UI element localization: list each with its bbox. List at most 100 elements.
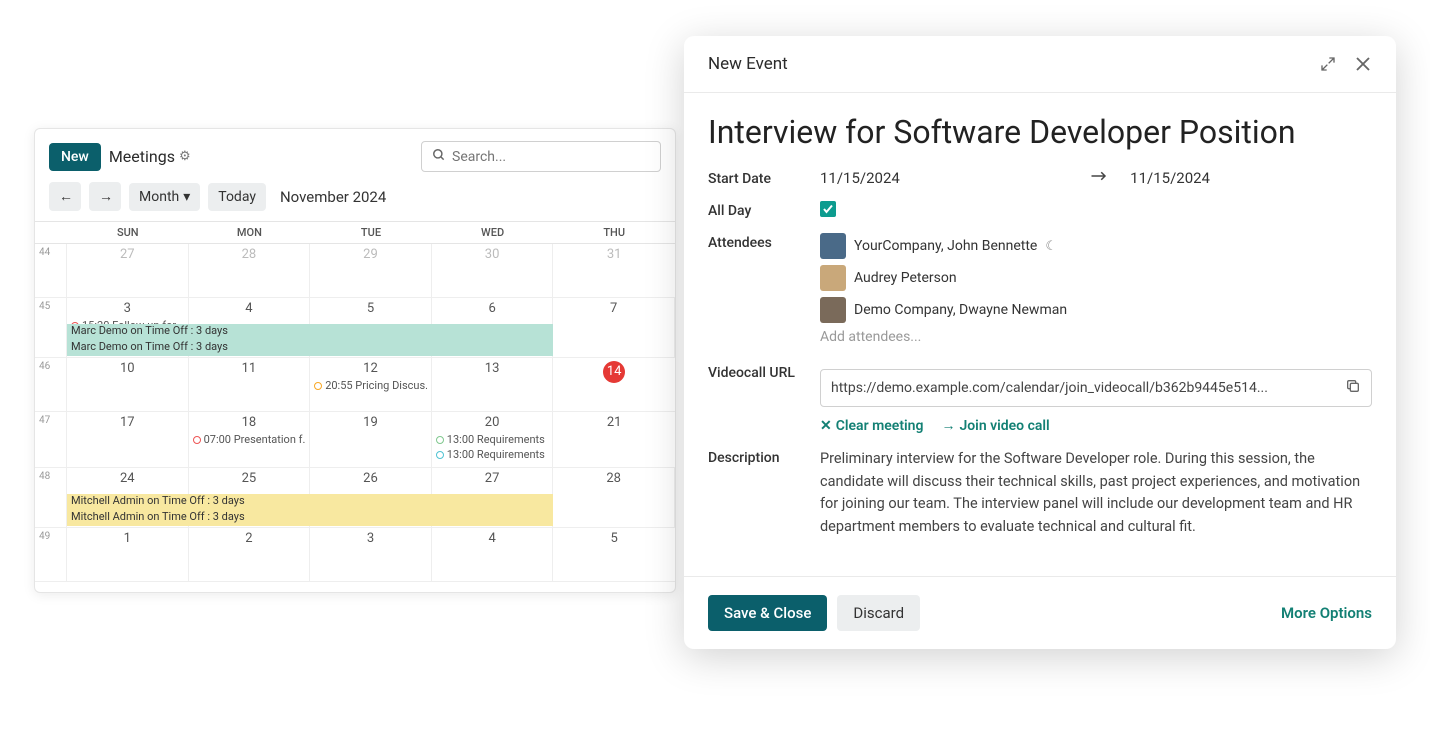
next-button[interactable]: →: [89, 182, 121, 211]
calendar-band-event[interactable]: Marc Demo on Time Off : 3 days: [67, 340, 553, 356]
event-text: 13:00 Requirements ...: [447, 448, 549, 461]
x-icon: ✕: [820, 418, 832, 434]
search-icon: [432, 147, 446, 166]
calendar-band-event[interactable]: Marc Demo on Time Off : 3 days: [67, 324, 553, 340]
chevron-down-icon: ▾: [183, 189, 190, 205]
attendee-name: Audrey Peterson: [854, 270, 957, 286]
day-number: 21: [557, 415, 671, 430]
calendar-cell[interactable]: 21: [553, 412, 675, 467]
event-text: 13:00 Requirements ...: [447, 433, 549, 446]
day-number: 20: [436, 415, 549, 430]
calendar-week-row: 47171807:00 Presentation f...192013:00 R…: [35, 412, 675, 468]
gear-icon[interactable]: ⚙: [179, 149, 191, 164]
calendar-cell[interactable]: 29: [310, 244, 432, 297]
day-number: 14: [557, 361, 671, 383]
calendar-cell[interactable]: 31: [553, 244, 675, 297]
calendar-event[interactable]: 07:00 Presentation f...: [193, 432, 306, 447]
week-number: 49: [35, 528, 67, 581]
calendar-cell[interactable]: 10: [67, 358, 189, 411]
description-text[interactable]: Preliminary interview for the Software D…: [820, 448, 1372, 538]
day-number: 13: [436, 361, 549, 376]
save-button[interactable]: Save & Close: [708, 595, 827, 631]
day-number: 26: [314, 471, 427, 486]
search-input[interactable]: [452, 149, 650, 165]
calendar-cell[interactable]: 19: [310, 412, 432, 467]
calendar-cell[interactable]: 11: [189, 358, 311, 411]
day-header: WED: [432, 222, 554, 243]
allday-checkbox[interactable]: [820, 201, 836, 217]
prev-button[interactable]: ←: [49, 182, 81, 211]
attendee-item[interactable]: Demo Company, Dwayne Newman: [820, 297, 1372, 323]
calendar-cell[interactable]: 1220:55 Pricing Discus...: [310, 358, 432, 411]
expand-icon[interactable]: [1320, 55, 1336, 73]
day-number: 6: [436, 301, 549, 316]
close-icon[interactable]: [1354, 55, 1372, 73]
calendar-week-row: 4610111220:55 Pricing Discus...1314: [35, 358, 675, 412]
day-number: 28: [557, 471, 670, 486]
attendee-name: Demo Company, Dwayne Newman: [854, 302, 1067, 318]
discard-button[interactable]: Discard: [837, 595, 920, 631]
view-dropdown[interactable]: Month▾: [129, 183, 200, 211]
calendar-week-row: 49 12345: [35, 528, 675, 582]
end-date-input[interactable]: 11/15/2024: [1130, 169, 1210, 187]
clear-meeting-button[interactable]: ✕Clear meeting: [820, 417, 923, 434]
clear-meeting-label: Clear meeting: [836, 418, 924, 434]
day-number: 4: [193, 301, 306, 316]
calendar-cell[interactable]: 27: [67, 244, 189, 297]
calendar-cell[interactable]: 4: [432, 528, 554, 581]
arrow-right-icon: [1090, 170, 1108, 186]
day-number: 2: [193, 531, 306, 546]
videocall-url-input[interactable]: https://demo.example.com/calendar/join_v…: [820, 369, 1372, 407]
today-button[interactable]: Today: [208, 183, 266, 211]
start-date-input[interactable]: 11/15/2024: [820, 169, 900, 187]
day-header: SUN: [67, 222, 189, 243]
new-button[interactable]: New: [49, 143, 101, 171]
copy-icon[interactable]: [1345, 378, 1361, 398]
calendar-title: Meetings ⚙: [109, 147, 191, 166]
join-video-call-button[interactable]: →Join video call: [941, 417, 1049, 434]
calendar-band-event[interactable]: Mitchell Admin on Time Off : 3 days: [67, 494, 553, 510]
calendar-cell[interactable]: 13: [432, 358, 554, 411]
day-number: 30: [436, 247, 549, 262]
moon-icon: ☾: [1045, 239, 1057, 254]
event-modal: New Event Interview for Software Develop…: [684, 36, 1396, 649]
calendar-band-event[interactable]: Mitchell Admin on Time Off : 3 days: [67, 510, 553, 526]
calendar-cell[interactable]: 1807:00 Presentation f...: [189, 412, 311, 467]
calendar-cell[interactable]: 3: [310, 528, 432, 581]
attendee-name: YourCompany, John Bennette: [854, 238, 1037, 254]
attendee-item[interactable]: YourCompany, John Bennette ☾: [820, 233, 1372, 259]
event-title[interactable]: Interview for Software Developer Positio…: [708, 113, 1372, 151]
calendar-cell[interactable]: 28: [189, 244, 311, 297]
week-number: 48: [35, 468, 67, 527]
calendar-event[interactable]: 13:00 Requirements ...: [436, 432, 549, 447]
week-number: 44: [35, 244, 67, 297]
calendar-event[interactable]: 20:55 Pricing Discus...: [314, 378, 427, 393]
calendar-cell[interactable]: 28: [553, 468, 675, 527]
calendar-cell[interactable]: 20 13:00 Requirements ... 13:00 Requiremen…: [432, 412, 554, 467]
calendar-event[interactable]: 13:00 Requirements ...: [436, 447, 549, 462]
calendar-cell[interactable]: 7: [553, 298, 675, 357]
day-header: TUE: [310, 222, 432, 243]
day-number: 3: [71, 301, 184, 316]
calendar-cell[interactable]: 17: [67, 412, 189, 467]
calendar-cell[interactable]: 1: [67, 528, 189, 581]
calendar-cell[interactable]: 14: [553, 358, 675, 411]
calendar-cell[interactable]: 30: [432, 244, 554, 297]
search-box[interactable]: [421, 141, 661, 172]
day-header-row: SUN MON TUE WED THU: [35, 222, 675, 244]
event-text: 20:55 Pricing Discus...: [325, 379, 427, 392]
day-number: 31: [557, 247, 671, 262]
attendee-item[interactable]: Audrey Peterson: [820, 265, 1372, 291]
day-number: 25: [193, 471, 306, 486]
modal-body: Interview for Software Developer Positio…: [684, 93, 1396, 576]
calendar-cell[interactable]: 5: [553, 528, 675, 581]
day-number: 1: [71, 531, 184, 546]
day-number: 17: [71, 415, 184, 430]
calendar-cell[interactable]: 2: [189, 528, 311, 581]
allday-label: All Day: [708, 201, 820, 219]
event-dot-icon: [436, 451, 444, 459]
add-attendee-input[interactable]: Add attendees...: [820, 329, 1372, 345]
day-number: 5: [557, 531, 671, 546]
modal-header-title: New Event: [708, 54, 788, 74]
more-options-button[interactable]: More Options: [1281, 604, 1372, 622]
